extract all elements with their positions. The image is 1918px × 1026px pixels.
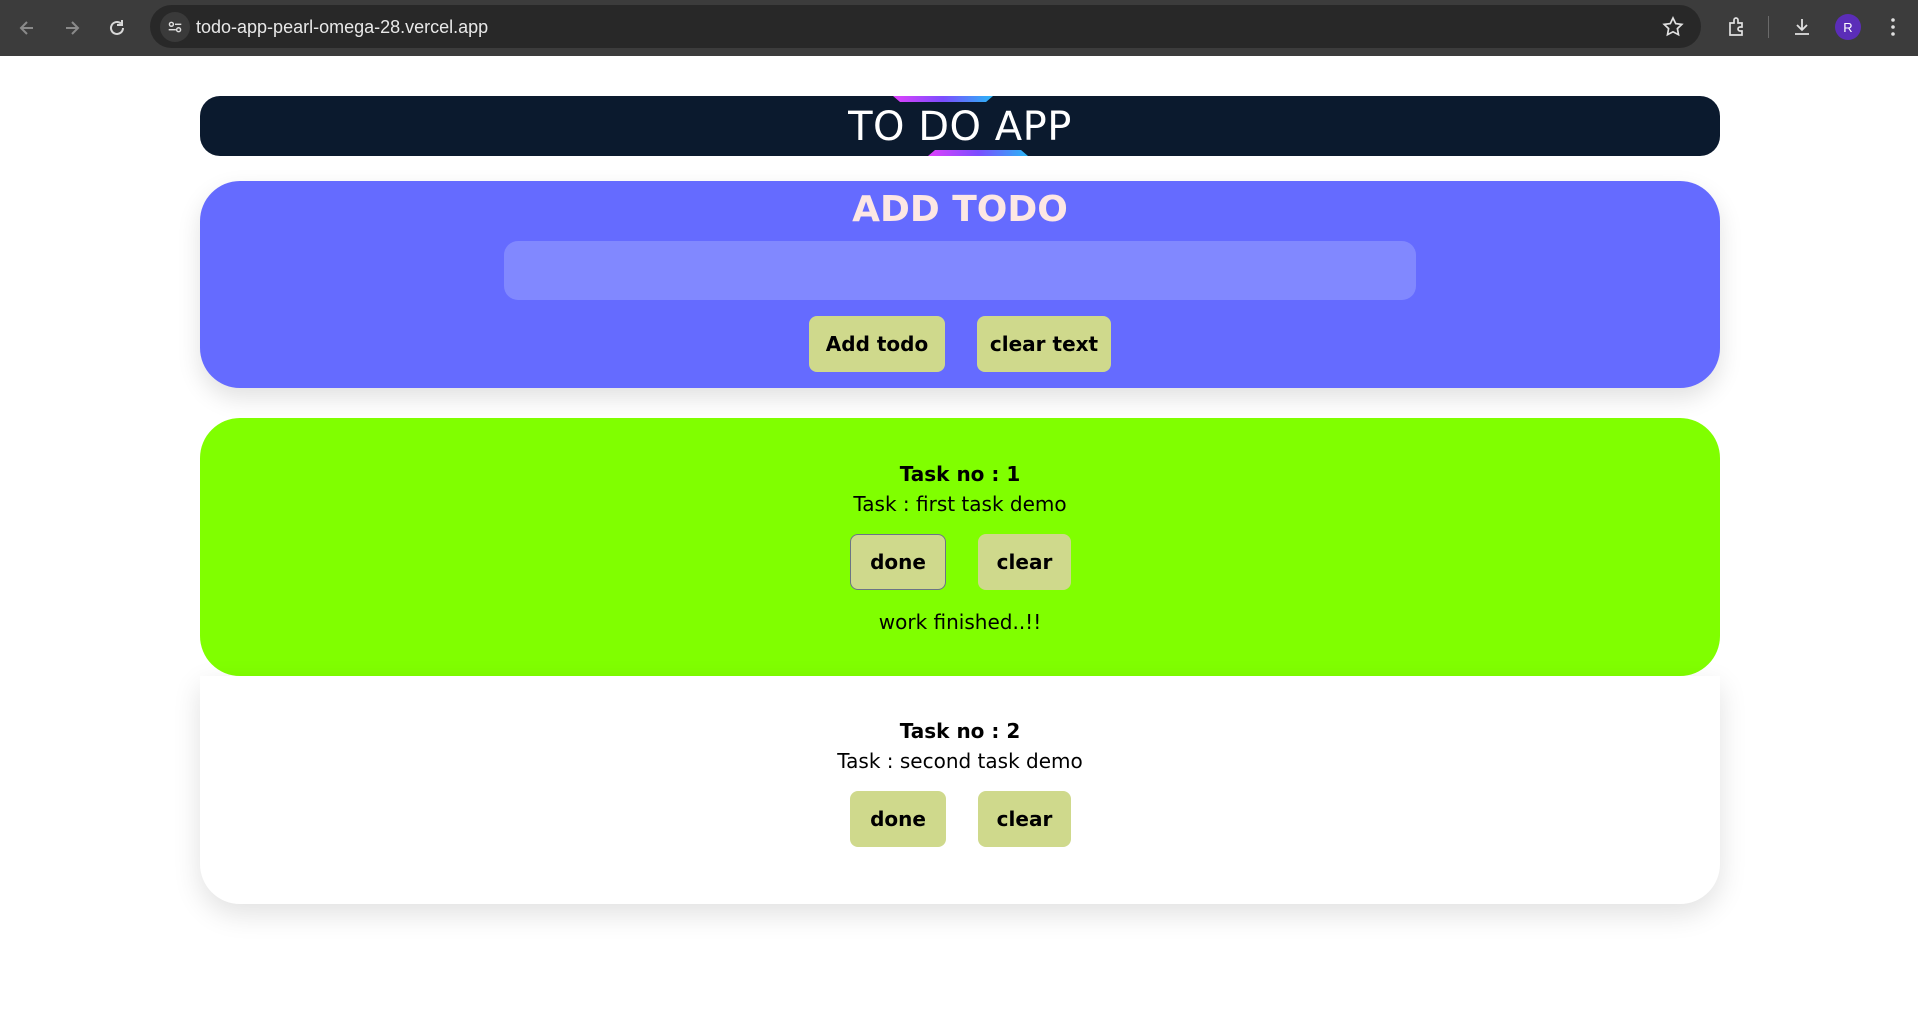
browser-toolbar: todo-app-pearl-omega-28.vercel.app R — [0, 0, 1918, 56]
site-info-icon[interactable] — [160, 12, 190, 42]
add-todo-card: ADD TODO Add todo clear text — [200, 181, 1720, 388]
page-title: TO DO APP — [848, 104, 1072, 150]
menu-dots-icon[interactable] — [1880, 14, 1906, 40]
clear-text-button[interactable]: clear text — [977, 316, 1111, 372]
bookmark-star-icon[interactable] — [1661, 15, 1685, 39]
task-status: work finished..!! — [878, 610, 1042, 634]
extensions-icon[interactable] — [1724, 14, 1750, 40]
profile-avatar[interactable]: R — [1835, 14, 1861, 40]
clear-task-button[interactable]: clear — [978, 791, 1071, 847]
task-text: Task : first task demo — [853, 492, 1067, 516]
task-text: Task : second task demo — [837, 749, 1083, 773]
add-todo-button[interactable]: Add todo — [809, 316, 945, 372]
add-todo-title: ADD TODO — [852, 189, 1068, 230]
page-content: TO DO APP ADD TODO Add todo clear text T… — [0, 56, 1918, 1026]
header-accent-bottom — [928, 150, 1028, 156]
header-accent-top — [893, 96, 993, 102]
reload-icon[interactable] — [102, 13, 132, 43]
task-number: Task no : 2 — [899, 719, 1021, 743]
todo-input[interactable] — [504, 241, 1416, 300]
url-text[interactable]: todo-app-pearl-omega-28.vercel.app — [196, 17, 488, 38]
task-number: Task no : 1 — [899, 462, 1021, 486]
address-bar[interactable]: todo-app-pearl-omega-28.vercel.app — [150, 5, 1701, 48]
forward-arrow-icon[interactable] — [57, 13, 87, 43]
clear-task-button[interactable]: clear — [978, 534, 1071, 590]
task-card: Task no : 1 Task : first task demo done … — [200, 418, 1720, 676]
toolbar-divider — [1768, 16, 1769, 38]
download-icon[interactable] — [1789, 14, 1815, 40]
done-button[interactable]: done — [850, 791, 946, 847]
done-button[interactable]: done — [850, 534, 946, 590]
task-card: Task no : 2 Task : second task demo done… — [200, 676, 1720, 904]
back-arrow-icon[interactable] — [12, 13, 42, 43]
app-header: TO DO APP — [200, 96, 1720, 156]
